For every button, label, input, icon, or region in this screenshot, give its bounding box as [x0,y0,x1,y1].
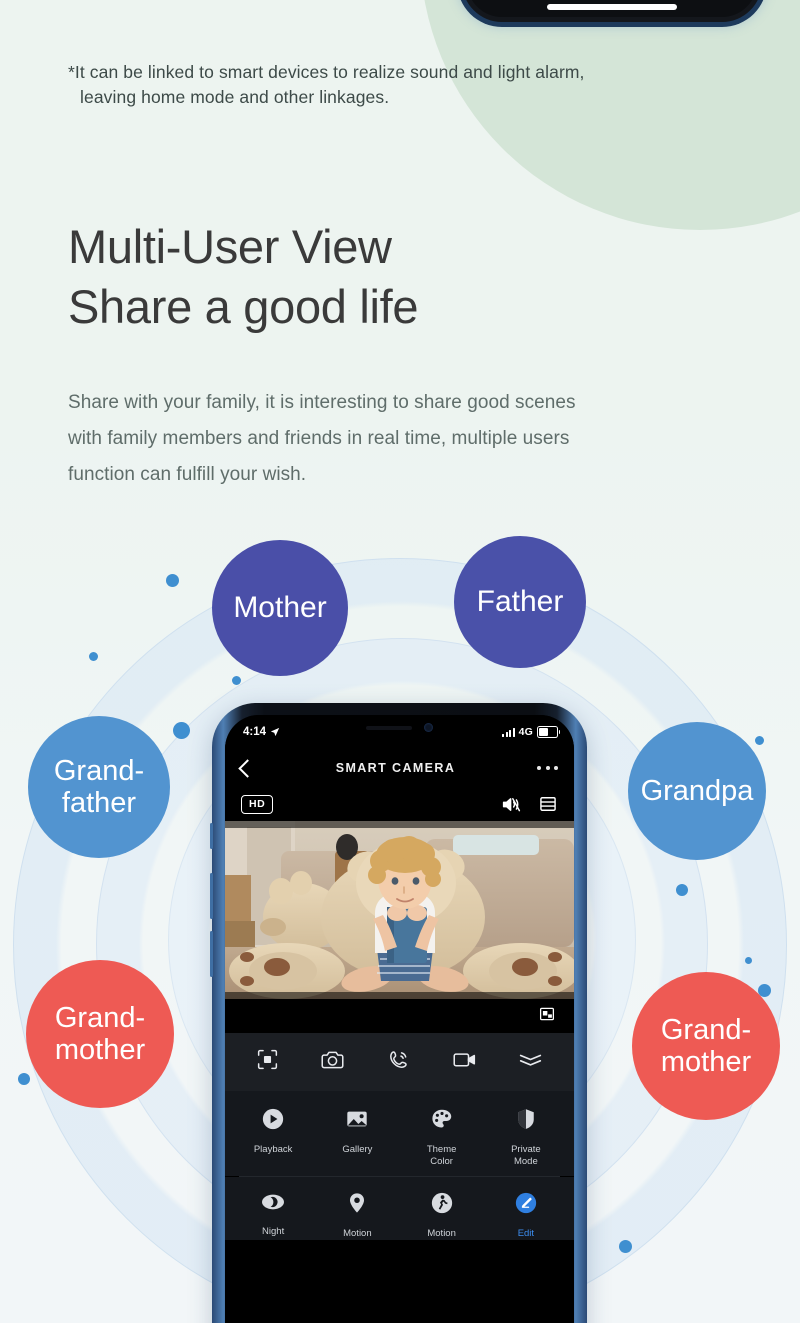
footnote-line-2: leaving home mode and other linkages. [80,87,390,108]
feature-motion-detection-label: Motion [427,1227,456,1239]
feature-night-vision-label: Night [262,1225,285,1237]
more-horizontal-icon[interactable] [537,766,558,770]
video-camera-icon[interactable] [452,1049,477,1075]
camera-live-feed[interactable] [225,821,574,999]
feature-gallery-label: Gallery [342,1144,373,1155]
status-bar-right: 4G [502,726,561,738]
previous-section-phone [462,0,762,22]
page-description-line-3: function can fulfill your wish. [68,464,307,486]
feature-playback[interactable]: Playback [231,1107,315,1168]
feature-playback-label: Playback [253,1144,293,1155]
page-description: Share with your family, it is interestin… [68,385,758,493]
phone-notch [325,715,474,740]
bubble-grandfather[interactable]: Grand- father [28,716,170,858]
footnote: *It can be linked to smart devices to re… [68,60,748,111]
bubble-mother[interactable]: Mother [212,540,348,676]
feature-motion-tracking[interactable]: Motion [315,1191,399,1240]
phone-screen: 4:14 4G SMART CAMERA HD Playback Gallery… [225,715,574,1323]
orbit-dot [619,1240,632,1253]
feature-private-mode-label: Private Mode [511,1144,541,1167]
phone-mute-switch [210,823,213,849]
page-title-line-2: Share a good life [68,279,419,333]
app-title: SMART CAMERA [335,761,456,775]
orbit-dot [232,676,241,685]
feature-edit[interactable]: Edit [484,1191,568,1240]
quality-badge[interactable]: HD [241,794,274,814]
bubble-grandpa-label: Grandpa [640,774,754,807]
feature-motion-detection[interactable]: Motion [400,1191,484,1240]
page-stage: *It can be linked to smart devices to re… [0,0,800,1323]
orbit-dot [755,736,764,745]
picture-in-picture-icon[interactable] [538,1005,556,1028]
location-pin-icon [345,1191,369,1220]
page-description-line-1: Share with your family, it is interestin… [68,392,576,413]
fullscreen-frame-icon[interactable] [256,1048,279,1076]
palette-icon [430,1107,454,1136]
camera-controls-bar [225,1033,574,1091]
bubble-grandfather-label: Grand- father [53,754,145,819]
shield-icon [514,1107,538,1136]
status-bar-time: 4:14 [243,726,267,738]
page-description-line-2: with family members and friends in real … [68,428,570,450]
volume-mute-icon[interactable] [501,794,522,815]
bubble-grandmother-right-label: Grand- mother [660,1013,752,1078]
walking-person-icon [430,1191,454,1220]
bubble-grandmother-right[interactable]: Grand- mother [632,972,780,1120]
split-view-icon[interactable] [538,794,558,814]
feature-motion-tracking-label: Motion [343,1227,372,1239]
phone-call-icon[interactable] [387,1048,410,1076]
feature-theme-color-label: Theme Color [426,1144,457,1167]
feature-theme-color[interactable]: Theme Color [400,1107,484,1168]
status-bar-left: 4:14 [243,726,280,738]
feature-edit-label: Edit [517,1227,535,1239]
network-type-label: 4G [518,726,533,738]
gallery-image-icon [345,1107,369,1136]
signal-bars-icon [502,727,515,737]
page-title-line-1: Multi-User View [68,220,392,274]
app-header: SMART CAMERA [225,749,574,787]
chevron-collapse-icon[interactable] [518,1051,543,1073]
bubble-grandmother-left[interactable]: Grand- mother [26,960,174,1108]
pip-bar [225,999,574,1033]
play-circle-icon [261,1107,285,1136]
feature-grid-row-2: Night Motion Motion Edit [225,1176,574,1240]
moon-icon [260,1191,286,1218]
front-camera-icon [424,723,433,732]
home-indicator [547,4,677,10]
phone-volume-up-button [210,873,213,919]
orbit-dot [745,957,752,964]
feature-gallery[interactable]: Gallery [315,1107,399,1168]
orbit-dot [676,884,688,896]
orbit-dot [89,652,98,661]
location-arrow-icon [270,727,280,737]
bubble-father[interactable]: Father [454,536,586,668]
orbit-dot [173,722,190,739]
bubble-grandpa[interactable]: Grandpa [628,722,766,860]
smartphone-mockup: 4:14 4G SMART CAMERA HD Playback Gallery… [210,703,587,1323]
bubble-mother-label: Mother [233,591,327,625]
camera-icon[interactable] [320,1049,345,1076]
pencil-edit-icon [514,1191,538,1220]
feature-private-mode[interactable]: Private Mode [484,1107,568,1168]
battery-icon [537,726,561,738]
footnote-line-1: *It can be linked to smart devices to re… [68,62,585,82]
stream-options-bar: HD [225,787,574,821]
orbit-dot [166,574,179,587]
feature-night-vision[interactable]: Night [231,1191,315,1240]
status-bar: 4:14 4G [225,715,574,749]
orbit-dot [18,1073,30,1085]
feature-grid-row-1: Playback Gallery Theme Color Private Mod… [225,1091,574,1176]
live-feed-image [225,821,574,999]
earpiece-speaker [366,725,412,730]
bubble-grandmother-left-label: Grand- mother [54,1001,146,1066]
page-title: Multi-User View Share a good life [68,217,768,335]
phone-volume-down-button [210,931,213,977]
bubble-father-label: Father [476,585,564,619]
